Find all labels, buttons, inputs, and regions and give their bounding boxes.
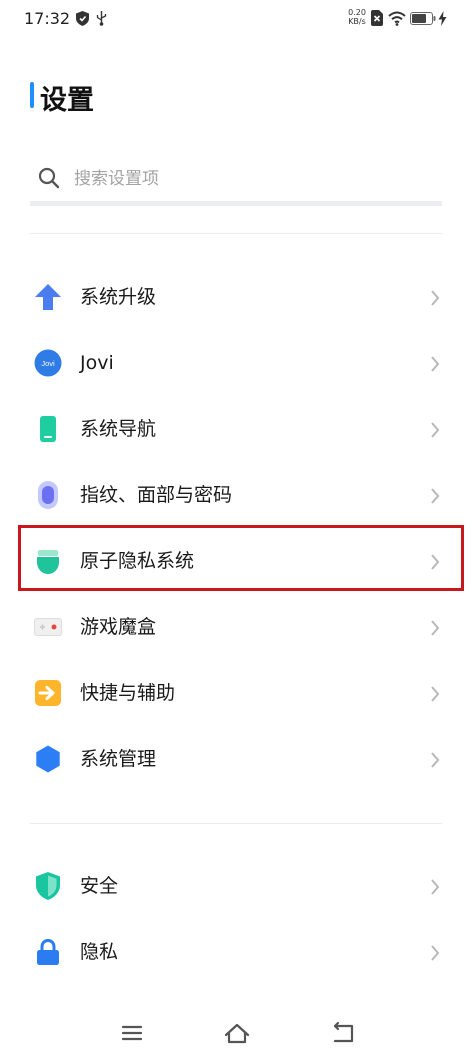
fingerprint-icon [38, 481, 58, 509]
security-shield-icon [36, 872, 60, 900]
wifi-icon [388, 11, 406, 26]
group-divider [30, 823, 442, 824]
title-accent-bar [30, 82, 34, 108]
settings-item-label: 安全 [80, 875, 119, 897]
usb-icon [96, 11, 107, 26]
group-divider [30, 233, 442, 234]
jovi-icon: Jovi [34, 349, 62, 377]
navigation-bar [0, 1005, 475, 1060]
chevron-right-icon [431, 290, 440, 306]
back-icon[interactable] [327, 1017, 359, 1049]
sim-x-icon [371, 10, 383, 26]
settings-item-label: 快捷与辅助 [80, 682, 176, 704]
shortcut-icon [35, 680, 61, 706]
settings-item-system-update[interactable]: 系统升级 [0, 264, 475, 330]
jovi-icon-text: Jovi [41, 359, 55, 368]
highlight-box [18, 525, 464, 591]
system-update-icon [35, 284, 61, 310]
settings-item-privacy[interactable]: 隐私 [0, 919, 475, 985]
status-time: 17:32 [24, 9, 71, 28]
status-bar: 17:32 0.20 KB/s [0, 0, 475, 38]
search-bar[interactable] [30, 155, 442, 206]
network-speed-value: 0.20 [348, 8, 366, 17]
chevron-right-icon [431, 879, 440, 895]
privacy-lock-icon [37, 938, 59, 965]
chevron-right-icon [431, 686, 440, 702]
settings-item-label: 指纹、面部与密码 [80, 484, 233, 506]
chevron-right-icon [431, 752, 440, 768]
settings-item-security[interactable]: 安全 [0, 853, 475, 919]
settings-item-game-box[interactable]: 游戏魔盒 [0, 594, 475, 660]
search-icon [38, 167, 60, 189]
charging-icon [438, 11, 447, 26]
chevron-right-icon [431, 488, 440, 504]
settings-item-label: 系统升级 [80, 286, 157, 308]
battery-icon [410, 12, 436, 25]
chevron-right-icon [431, 945, 440, 961]
settings-item-label: 系统管理 [80, 748, 157, 770]
settings-item-fingerprint-face-password[interactable]: 指纹、面部与密码 [0, 462, 475, 528]
settings-item-system-management[interactable]: 系统管理 [0, 726, 475, 792]
chevron-right-icon [431, 356, 440, 372]
shield-icon [76, 11, 89, 26]
game-box-icon [34, 618, 62, 636]
settings-item-label: 游戏魔盒 [80, 616, 157, 638]
page-title: 设置 [40, 85, 94, 116]
network-speed: 0.20 KB/s [346, 8, 368, 26]
network-speed-unit: KB/s [348, 17, 366, 26]
settings-item-jovi[interactable]: Jovi Jovi [0, 330, 475, 396]
system-navigation-icon [40, 416, 56, 442]
home-icon[interactable] [221, 1017, 253, 1049]
settings-item-label: 系统导航 [80, 418, 157, 440]
chevron-right-icon [431, 620, 440, 636]
settings-item-shortcuts-assist[interactable]: 快捷与辅助 [0, 660, 475, 726]
search-input[interactable] [72, 161, 436, 197]
settings-item-system-navigation[interactable]: 系统导航 [0, 396, 475, 462]
settings-item-label: 隐私 [80, 941, 119, 963]
menu-icon[interactable] [116, 1017, 148, 1049]
settings-item-label: Jovi [80, 352, 114, 374]
chevron-right-icon [431, 422, 440, 438]
system-management-icon [36, 745, 60, 773]
